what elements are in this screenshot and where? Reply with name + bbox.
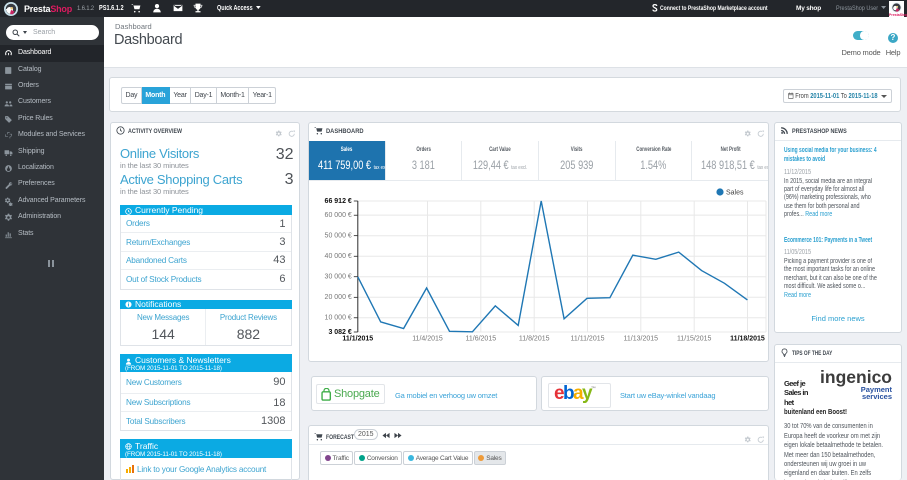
svg-text:11/18/2015: 11/18/2015: [730, 335, 765, 342]
svg-text:11/4/2015: 11/4/2015: [412, 335, 443, 342]
svg-text:11/15/2015: 11/15/2015: [677, 335, 712, 342]
svg-text:30 000 €: 30 000 €: [325, 274, 352, 281]
svg-text:11/6/2015: 11/6/2015: [465, 335, 496, 342]
svg-text:66 912 €: 66 912 €: [325, 198, 352, 205]
svg-text:11/1/2015: 11/1/2015: [342, 335, 373, 342]
svg-text:11/8/2015: 11/8/2015: [519, 335, 550, 342]
svg-text:20 000 €: 20 000 €: [325, 294, 352, 301]
svg-text:50 000 €: 50 000 €: [325, 233, 352, 240]
svg-text:Sales: Sales: [726, 190, 744, 197]
svg-text:40 000 €: 40 000 €: [325, 253, 352, 260]
svg-text:11/11/2015: 11/11/2015: [571, 335, 605, 342]
svg-text:60 000 €: 60 000 €: [325, 212, 352, 219]
svg-text:11/13/2015: 11/13/2015: [624, 335, 659, 342]
svg-text:10 000 €: 10 000 €: [325, 315, 352, 322]
